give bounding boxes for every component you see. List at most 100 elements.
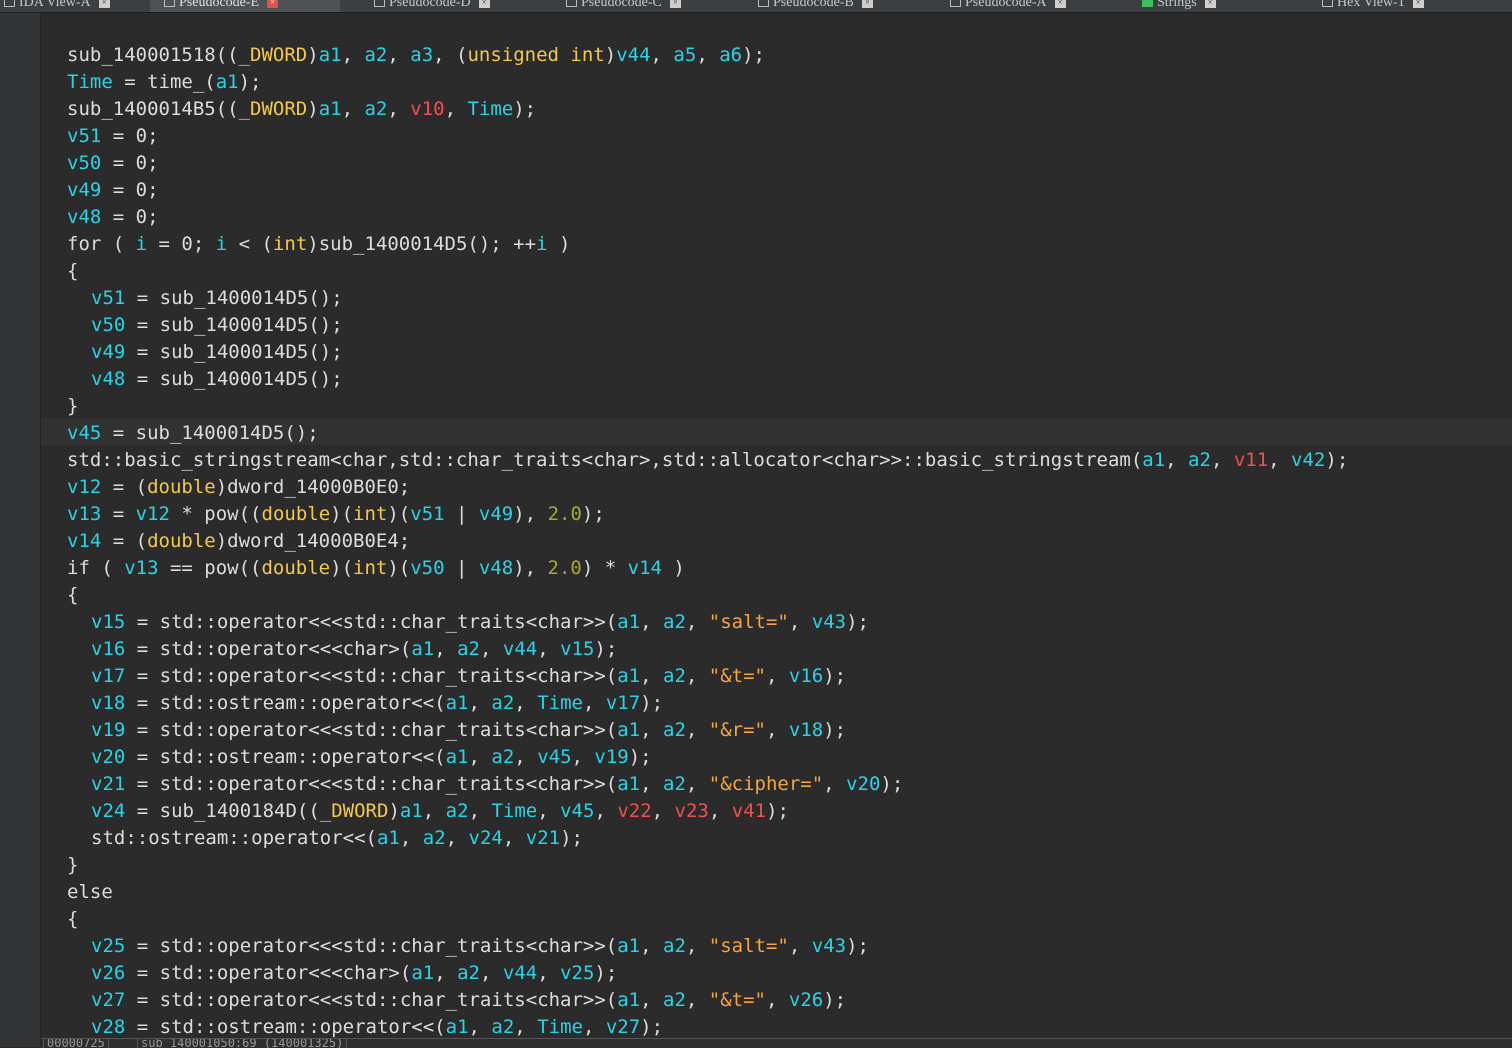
identifier-token[interactable]: v44 [503, 962, 537, 984]
identifier-token[interactable]: v16 [789, 665, 823, 687]
tab-pseudocode-c[interactable]: Pseudocode-C × [552, 0, 702, 12]
code-line[interactable]: 60v49 = 0; [41, 177, 1512, 204]
identifier-token[interactable]: v45 [537, 746, 571, 768]
type-token[interactable]: int [353, 503, 387, 525]
identifier-token[interactable]: a1 [617, 611, 640, 633]
uninitialized-var-token[interactable]: v11 [1234, 449, 1268, 471]
code-line[interactable]: 71v12 = (double)dword_14000B0E0; [41, 474, 1512, 501]
identifier-token[interactable]: v51 [410, 503, 444, 525]
code-line[interactable]: 79v18 = std::ostream::operator<<(a1, a2,… [41, 690, 1512, 717]
uninitialized-var-token[interactable]: v41 [732, 800, 766, 822]
number-literal-token[interactable]: 2.0 [548, 557, 582, 579]
identifier-token[interactable]: a1 [1142, 449, 1165, 471]
code-line[interactable]: 75{ [41, 582, 1512, 609]
identifier-token[interactable]: v48 [67, 206, 101, 228]
identifier-token[interactable]: a2 [663, 719, 686, 741]
code-line[interactable]: 89v26 = std::operator<<<char>(a1, a2, v4… [41, 960, 1512, 987]
identifier-token[interactable]: v25 [91, 935, 125, 957]
identifier-token[interactable]: a1 [216, 71, 239, 93]
identifier-token[interactable]: a1 [319, 44, 342, 66]
code-line[interactable]: 66v49 = sub_1400014D5(); [41, 339, 1512, 366]
code-line[interactable]: 57sub_1400014B5((_DWORD)a1, a2, v10, Tim… [41, 96, 1512, 123]
identifier-token[interactable]: a1 [400, 800, 423, 822]
identifier-token[interactable]: a2 [1188, 449, 1211, 471]
identifier-token[interactable]: Time [537, 692, 583, 714]
identifier-token[interactable]: v18 [91, 692, 125, 714]
identifier-token[interactable]: v49 [67, 179, 101, 201]
identifier-token[interactable]: Time [67, 71, 113, 93]
code-line[interactable]: 62for ( i = 0; i < (int)sub_1400014D5();… [41, 231, 1512, 258]
code-line[interactable]: 73v14 = (double)dword_14000B0E4; [41, 528, 1512, 555]
close-tab-icon[interactable]: × [478, 0, 490, 9]
identifier-token[interactable]: a2 [457, 638, 480, 660]
code-line[interactable]: 59v50 = 0; [41, 150, 1512, 177]
code-line[interactable]: 82v21 = std::operator<<<std::char_traits… [41, 771, 1512, 798]
type-token[interactable]: _DWORD [239, 44, 308, 66]
close-tab-icon[interactable]: × [267, 0, 279, 9]
identifier-token[interactable]: Time [537, 1016, 583, 1038]
code-line[interactable]: 87{ [41, 906, 1512, 933]
identifier-token[interactable]: v20 [91, 746, 125, 768]
identifier-token[interactable]: v14 [628, 557, 662, 579]
number-literal-token[interactable]: 2.0 [548, 503, 582, 525]
identifier-token[interactable]: v51 [67, 125, 101, 147]
identifier-token[interactable]: a6 [719, 44, 742, 66]
identifier-token[interactable]: v50 [91, 314, 125, 336]
code-line[interactable]: 61v48 = 0; [41, 204, 1512, 231]
identifier-token[interactable]: i [536, 233, 547, 255]
identifier-token[interactable]: a1 [446, 692, 469, 714]
identifier-token[interactable]: a2 [491, 692, 514, 714]
identifier-token[interactable]: v27 [606, 1016, 640, 1038]
identifier-token[interactable]: v44 [503, 638, 537, 660]
string-literal-token[interactable]: "&t=" [709, 665, 766, 687]
string-literal-token[interactable]: "salt=" [709, 611, 789, 633]
type-token[interactable]: _DWORD [239, 98, 308, 120]
close-tab-icon[interactable]: × [1412, 0, 1424, 9]
identifier-token[interactable]: v21 [526, 827, 560, 849]
string-literal-token[interactable]: "salt=" [709, 935, 789, 957]
pseudocode-editor[interactable]: 5455sub_140001518((_DWORD)a1, a2, a3, (u… [41, 13, 1512, 1038]
identifier-token[interactable]: a2 [663, 665, 686, 687]
identifier-token[interactable]: a1 [446, 746, 469, 768]
identifier-token[interactable]: Time [467, 98, 513, 120]
code-line[interactable]: 85} [41, 852, 1512, 879]
identifier-token[interactable]: v21 [91, 773, 125, 795]
tab-pseudocode-e[interactable]: Pseudocode-E × [150, 0, 340, 12]
code-line[interactable]: 67v48 = sub_1400014D5(); [41, 366, 1512, 393]
code-line[interactable]: 76v15 = std::operator<<<std::char_traits… [41, 609, 1512, 636]
type-token[interactable]: _DWORD [320, 800, 389, 822]
tab-ida-view-a[interactable]: IDA View-A × [0, 0, 125, 12]
identifier-token[interactable]: a2 [423, 827, 446, 849]
identifier-token[interactable]: a5 [673, 44, 696, 66]
identifier-token[interactable]: v48 [91, 368, 125, 390]
code-line[interactable]: 58v51 = 0; [41, 123, 1512, 150]
identifier-token[interactable]: a2 [663, 989, 686, 1011]
type-token[interactable]: double [261, 557, 330, 579]
code-line[interactable]: 72v13 = v12 * pow((double)(int)(v51 | v4… [41, 501, 1512, 528]
identifier-token[interactable]: v44 [616, 44, 650, 66]
code-line[interactable]: 54 [41, 15, 1512, 42]
identifier-token[interactable]: a1 [446, 1016, 469, 1038]
identifier-token[interactable]: v51 [91, 287, 125, 309]
close-tab-icon[interactable]: × [669, 0, 681, 9]
code-line[interactable]: 86else [41, 879, 1512, 906]
identifier-token[interactable]: v13 [124, 557, 158, 579]
identifier-token[interactable]: Time [491, 800, 537, 822]
identifier-token[interactable]: v28 [91, 1016, 125, 1038]
code-line[interactable]: 83v24 = sub_1400184D((_DWORD)a1, a2, Tim… [41, 798, 1512, 825]
code-line[interactable]: v28 = std::ostream::operator<<(a1, a2, T… [41, 1014, 1512, 1038]
tab-pseudocode-a[interactable]: Pseudocode-A × [936, 0, 1086, 12]
identifier-token[interactable]: i [216, 233, 227, 255]
identifier-token[interactable]: v26 [789, 989, 823, 1011]
code-line[interactable]: 74if ( v13 == pow((double)(int)(v50 | v4… [41, 555, 1512, 582]
identifier-token[interactable]: v12 [136, 503, 170, 525]
identifier-token[interactable]: i [136, 233, 147, 255]
identifier-token[interactable]: a1 [319, 98, 342, 120]
type-token[interactable]: double [147, 476, 216, 498]
code-line[interactable]: 69v45 = sub_1400014D5(); [41, 420, 1512, 447]
code-line[interactable]: 81v20 = std::ostream::operator<<(a1, a2,… [41, 744, 1512, 771]
identifier-token[interactable]: v16 [91, 638, 125, 660]
tab-pseudocode-d[interactable]: Pseudocode-D × [360, 0, 510, 12]
identifier-token[interactable]: v19 [594, 746, 628, 768]
identifier-token[interactable]: v26 [91, 962, 125, 984]
